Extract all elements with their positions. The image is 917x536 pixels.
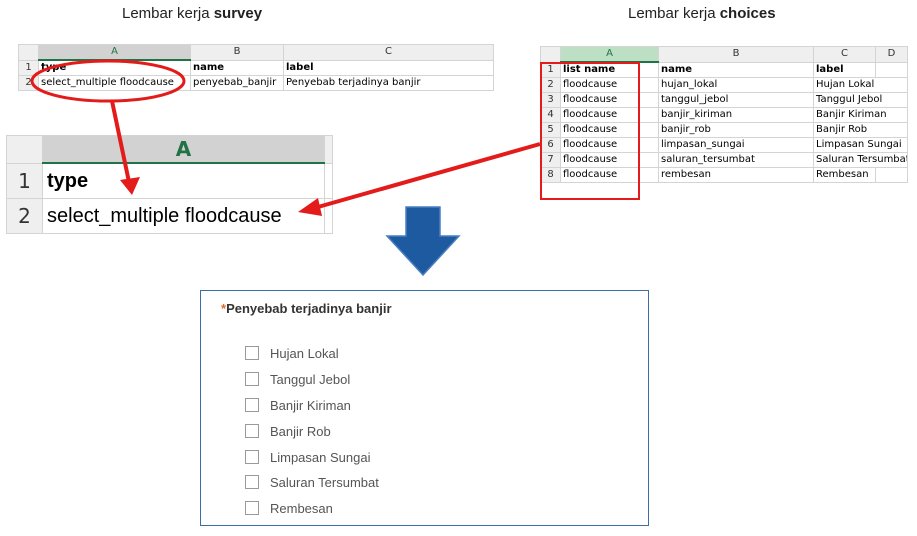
option-rembesan[interactable]: Rembesan: [245, 499, 333, 517]
option-partial: [245, 523, 259, 526]
checkbox[interactable]: [245, 398, 259, 412]
question-label: *Penyebab terjadinya banjir: [221, 301, 392, 316]
option-banjir-rob[interactable]: Banjir Rob: [245, 422, 331, 440]
zoom-arrowhead: [120, 177, 140, 195]
form-preview: *Penyebab terjadinya banjir Hujan Lokal …: [200, 290, 649, 526]
checkbox[interactable]: [245, 372, 259, 386]
option-hujan-lokal[interactable]: Hujan Lokal: [245, 344, 339, 362]
type-highlight-ellipse: [30, 59, 186, 103]
checkbox[interactable]: [245, 424, 259, 438]
zoom-arrow-line: [110, 100, 131, 183]
checkbox-partial: [245, 525, 259, 526]
option-banjir-kiriman[interactable]: Banjir Kiriman: [245, 396, 351, 414]
choices-arrow-line: [317, 142, 541, 209]
option-saluran-tersumbat[interactable]: Saluran Tersumbat: [245, 473, 379, 491]
blue-down-arrow-icon: [385, 206, 461, 277]
option-tanggul-jebol[interactable]: Tanggul Jebol: [245, 370, 350, 388]
option-limpasan-sungai[interactable]: Limpasan Sungai: [245, 448, 370, 466]
checkbox[interactable]: [245, 475, 259, 489]
choices-arrowhead: [298, 198, 322, 216]
checkbox[interactable]: [245, 501, 259, 515]
checkbox[interactable]: [245, 450, 259, 464]
checkbox[interactable]: [245, 346, 259, 360]
